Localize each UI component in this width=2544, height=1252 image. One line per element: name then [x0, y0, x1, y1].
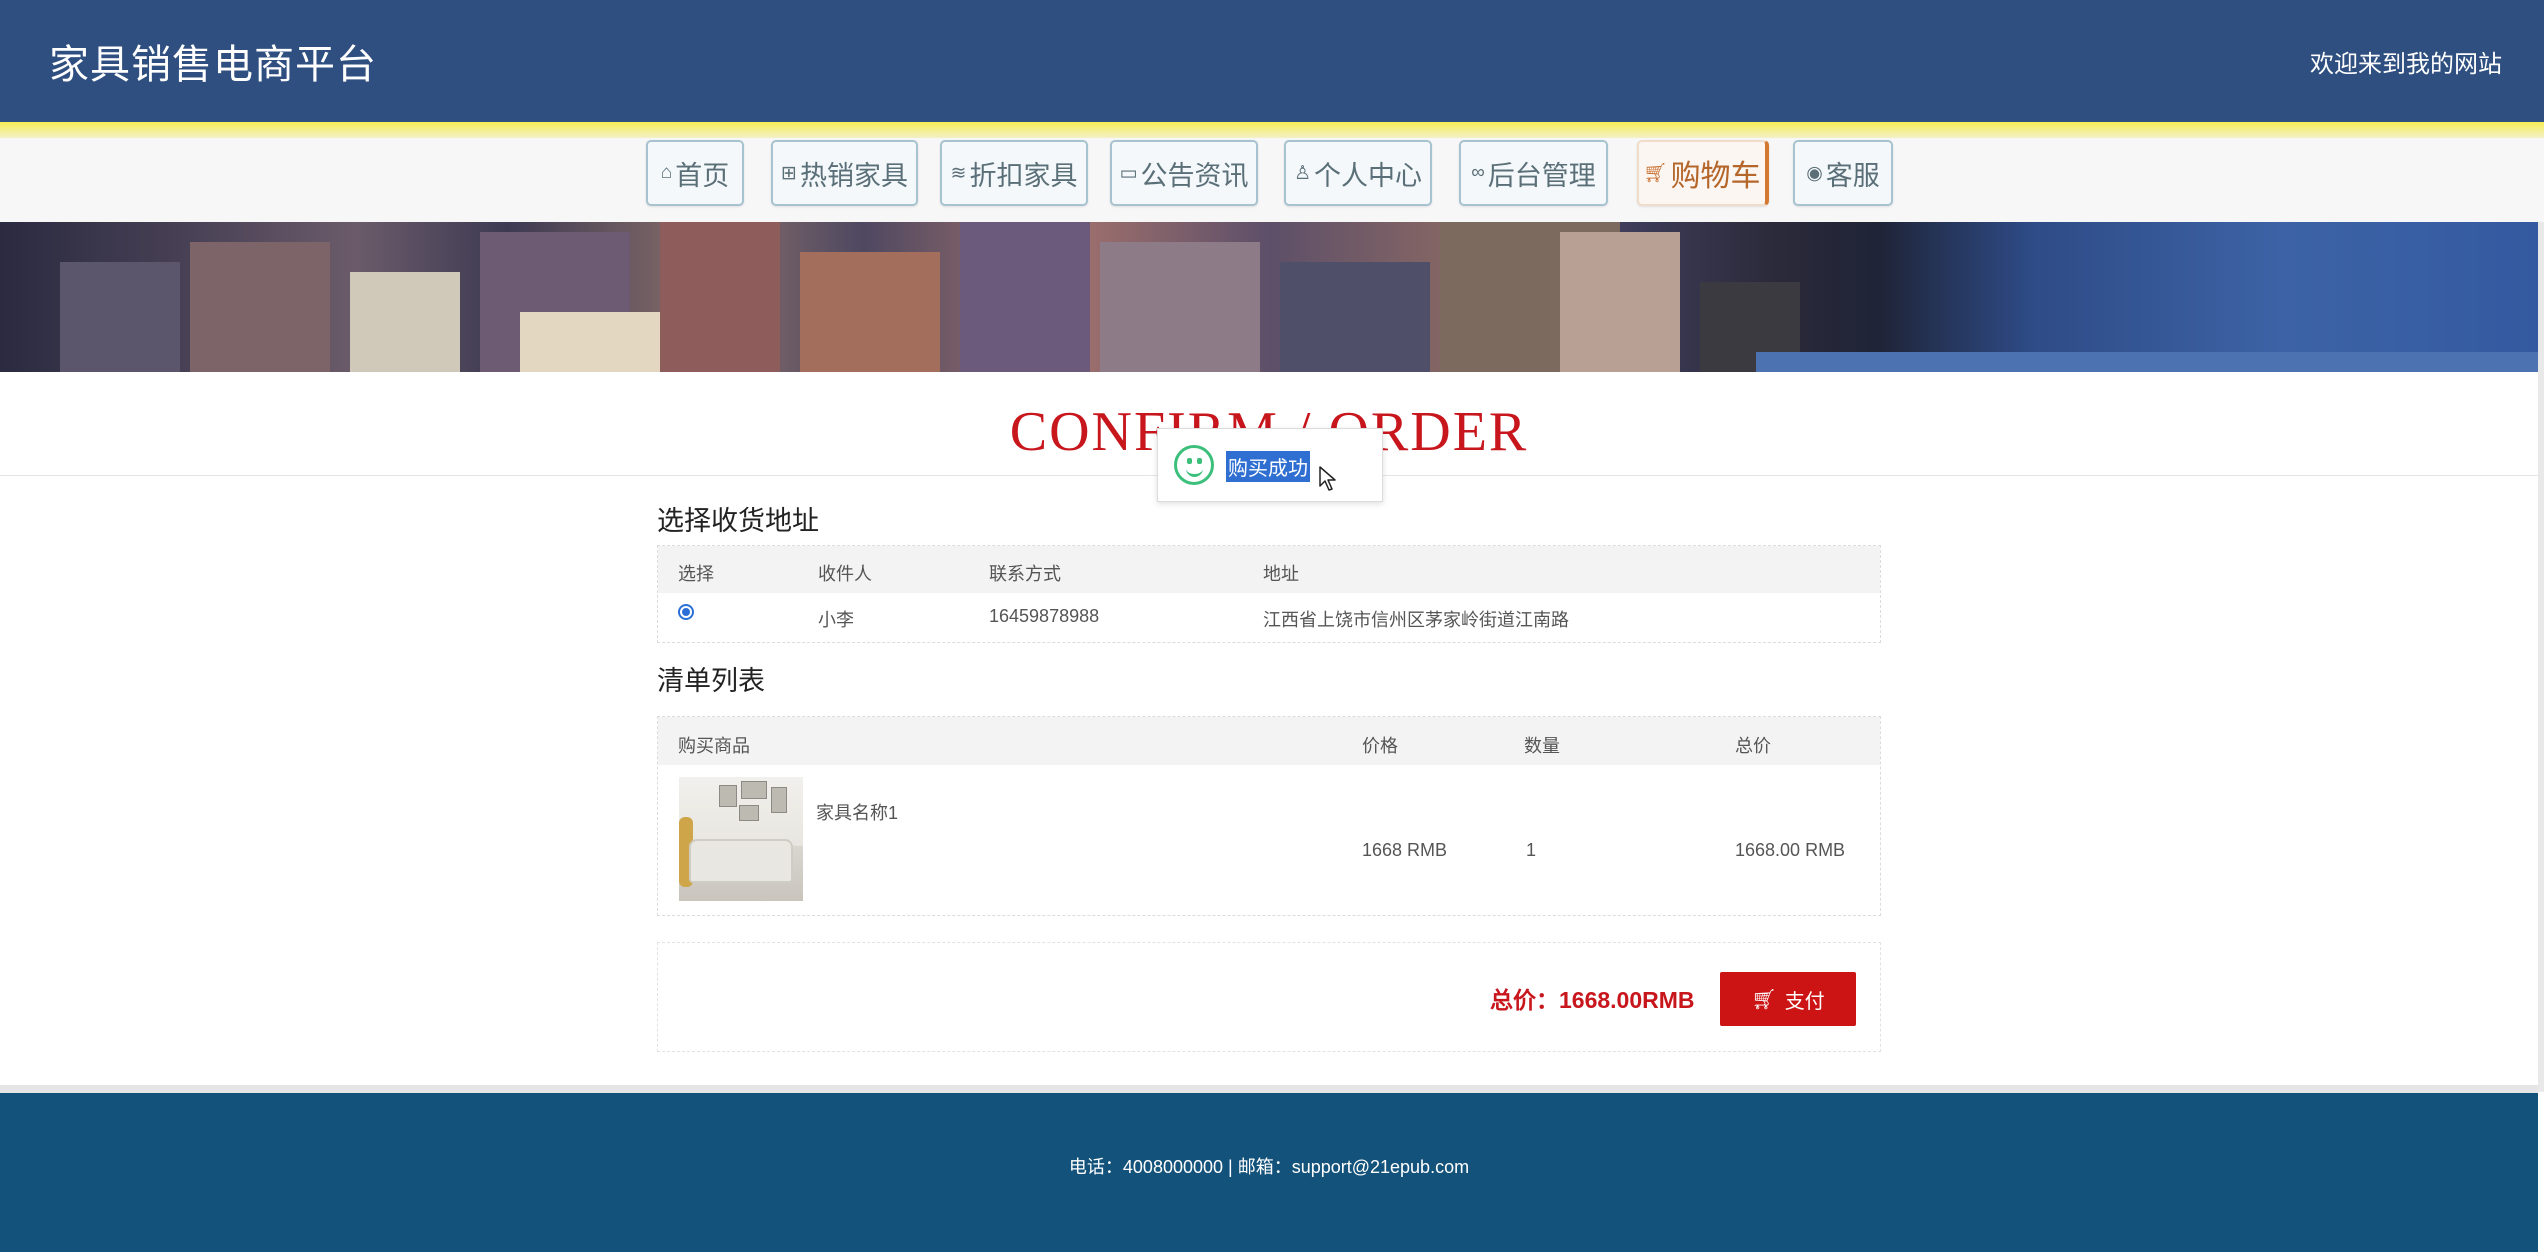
nav-label: 客服	[1825, 160, 1880, 191]
nav-news[interactable]: ▭ 公告资讯	[1110, 140, 1258, 206]
product-price: 1668 RMB	[1362, 840, 1448, 860]
header-quantity: 数量	[1524, 736, 1560, 756]
nav-label: 公告资讯	[1140, 160, 1249, 191]
cart-table-header: 购买商品 价格 数量 总价	[658, 717, 1880, 765]
support-icon: ◉	[1806, 162, 1823, 184]
site-title[interactable]: 家具销售电商平台	[49, 32, 377, 90]
nav-profile[interactable]: ♙ 个人中心	[1284, 140, 1432, 206]
home-icon: ⌂	[660, 162, 673, 183]
page-scrollbar[interactable]	[2538, 222, 2544, 1092]
link-icon: ∞	[1471, 162, 1485, 183]
header-select: 选择	[678, 564, 714, 584]
grid-icon: ⊞	[781, 162, 797, 184]
nav-hot-furniture[interactable]: ⊞ 热销家具	[771, 140, 918, 206]
header-phone: 联系方式	[989, 564, 1061, 584]
layers-icon: ≋	[950, 162, 967, 184]
footer-contact: 电话：4008000000 | 邮箱：support@21epub.com	[1068, 1157, 1470, 1177]
nav-support[interactable]: ◉ 客服	[1793, 140, 1893, 206]
success-toast: 购买成功	[1157, 428, 1383, 502]
header-stripe	[0, 122, 2544, 138]
pay-button-label: 支付	[1784, 990, 1825, 1013]
cart-section-title: 清单列表	[657, 666, 765, 696]
header-total: 总价	[1735, 736, 1771, 756]
address-radio[interactable]	[678, 604, 694, 620]
mouse-cursor-icon	[1319, 466, 1336, 491]
recipient-address: 江西省上饶市信州区茅家岭街道江南路	[1263, 610, 1569, 630]
order-total: 总价：1668.00RMB	[1490, 987, 1695, 1013]
toast-message: 购买成功	[1226, 451, 1310, 482]
pay-button[interactable]: 🛒︎ 支付	[1720, 972, 1856, 1026]
nav-label: 购物车	[1670, 160, 1761, 193]
nav-discount-furniture[interactable]: ≋ 折扣家具	[940, 140, 1088, 206]
product-total: 1668.00 RMB	[1735, 840, 1846, 860]
product-image[interactable]	[679, 777, 803, 901]
address-table-header: 选择 收件人 联系方式 地址	[658, 546, 1880, 593]
header-recipient: 收件人	[818, 564, 872, 584]
note-icon: ▭	[1119, 162, 1138, 184]
cart-icon: 🛒︎	[1751, 988, 1777, 1011]
product-quantity: 1	[1526, 840, 1537, 860]
nav-label: 折扣家具	[969, 160, 1078, 191]
header-price: 价格	[1362, 736, 1398, 756]
site-header: 家具销售电商平台 欢迎来到我的网站	[0, 0, 2544, 122]
address-section-title: 选择收货地址	[657, 506, 819, 536]
header-product: 购买商品	[678, 736, 750, 756]
nav-label: 首页	[675, 160, 730, 191]
user-icon: ♙	[1293, 162, 1312, 184]
nav-label: 个人中心	[1314, 160, 1423, 191]
nav-label: 热销家具	[799, 160, 908, 191]
nav-admin[interactable]: ∞ 后台管理	[1459, 140, 1608, 206]
address-table: 选择 收件人 联系方式 地址 小李 16459878988 江西省上饶市信州区茅…	[657, 545, 1881, 643]
nav-label: 后台管理	[1487, 160, 1596, 191]
banner-image	[0, 222, 2538, 372]
nav-bar	[0, 138, 2544, 222]
nav-home[interactable]: ⌂ 首页	[646, 140, 744, 206]
nav-cart[interactable]: 🛒︎ 购物车	[1637, 140, 1769, 206]
header-address: 地址	[1263, 564, 1299, 584]
cart-table: 购买商品 价格 数量 总价 家具名称1 1668 RMB 1 1668.00 R…	[657, 716, 1881, 916]
smile-icon	[1174, 445, 1214, 485]
recipient-phone: 16459878988	[989, 606, 1100, 626]
welcome-text: 欢迎来到我的网站	[2310, 51, 2502, 78]
product-name[interactable]: 家具名称1	[816, 799, 898, 825]
order-summary: 总价：1668.00RMB 🛒︎ 支付	[657, 942, 1881, 1052]
cart-icon: 🛒︎	[1643, 163, 1668, 184]
recipient-name: 小李	[818, 610, 854, 630]
footer-separator	[0, 1085, 2538, 1093]
